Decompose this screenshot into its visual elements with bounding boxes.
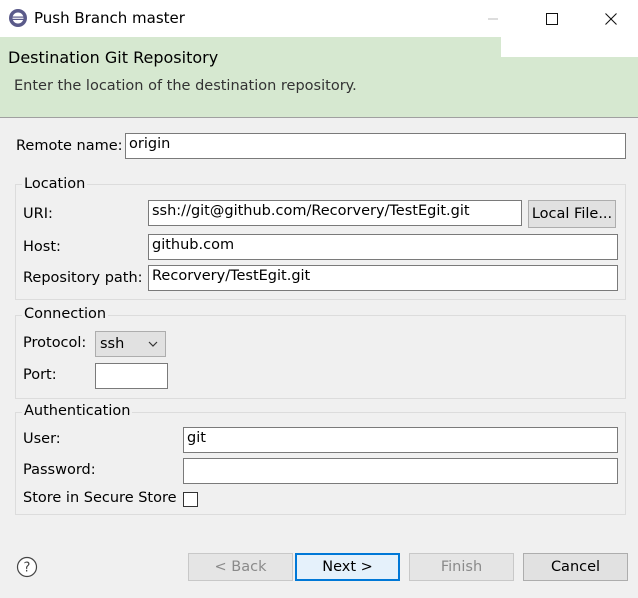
maximize-button[interactable]	[529, 0, 575, 37]
port-field[interactable]	[95, 363, 168, 389]
repository-path-field[interactable]: Recorvery/TestEgit.git	[148, 265, 618, 291]
help-icon[interactable]: ?	[16, 556, 38, 578]
header-image-area	[501, 37, 638, 57]
user-field[interactable]: git	[183, 427, 618, 453]
close-button[interactable]	[588, 0, 634, 37]
svg-text:?: ?	[24, 561, 31, 576]
wizard-header: Destination Git Repository Enter the loc…	[0, 37, 638, 117]
host-label: Host:	[23, 239, 61, 255]
user-label: User:	[23, 431, 61, 447]
port-label: Port:	[23, 367, 57, 383]
protocol-select[interactable]: ssh	[95, 331, 166, 357]
title-bar: Push Branch master	[0, 0, 638, 37]
chevron-down-icon	[148, 341, 158, 347]
minimize-button[interactable]	[470, 0, 516, 37]
repository-path-label: Repository path:	[23, 270, 143, 286]
location-group-title: Location	[22, 176, 88, 192]
next-button[interactable]: Next >	[295, 553, 400, 581]
uri-label: URI:	[23, 206, 53, 222]
minimize-icon	[488, 18, 498, 19]
local-file-button[interactable]: Local File...	[528, 200, 616, 228]
uri-field[interactable]: ssh://git@github.com/Recorvery/TestEgit.…	[148, 200, 522, 226]
remote-name-label: Remote name:	[16, 138, 123, 154]
secure-store-checkbox[interactable]	[183, 492, 198, 507]
eclipse-icon	[9, 9, 27, 27]
page-description: Enter the location of the destination re…	[14, 78, 357, 94]
back-button[interactable]: < Back	[188, 553, 293, 581]
header-divider	[0, 117, 638, 118]
authentication-group-title: Authentication	[22, 403, 133, 419]
password-label: Password:	[23, 462, 96, 478]
password-field[interactable]	[183, 458, 618, 484]
cancel-button[interactable]: Cancel	[523, 553, 628, 581]
protocol-label: Protocol:	[23, 335, 87, 351]
finish-button[interactable]: Finish	[409, 553, 514, 581]
maximize-icon	[546, 12, 558, 25]
page-title: Destination Git Repository	[8, 48, 219, 67]
window-title: Push Branch master	[34, 9, 185, 27]
host-field[interactable]: github.com	[148, 234, 618, 260]
protocol-value: ssh	[100, 336, 125, 352]
secure-store-label: Store in Secure Store	[23, 490, 177, 506]
connection-group-title: Connection	[22, 306, 109, 322]
close-icon	[605, 12, 617, 25]
remote-name-field[interactable]: origin	[125, 133, 626, 159]
